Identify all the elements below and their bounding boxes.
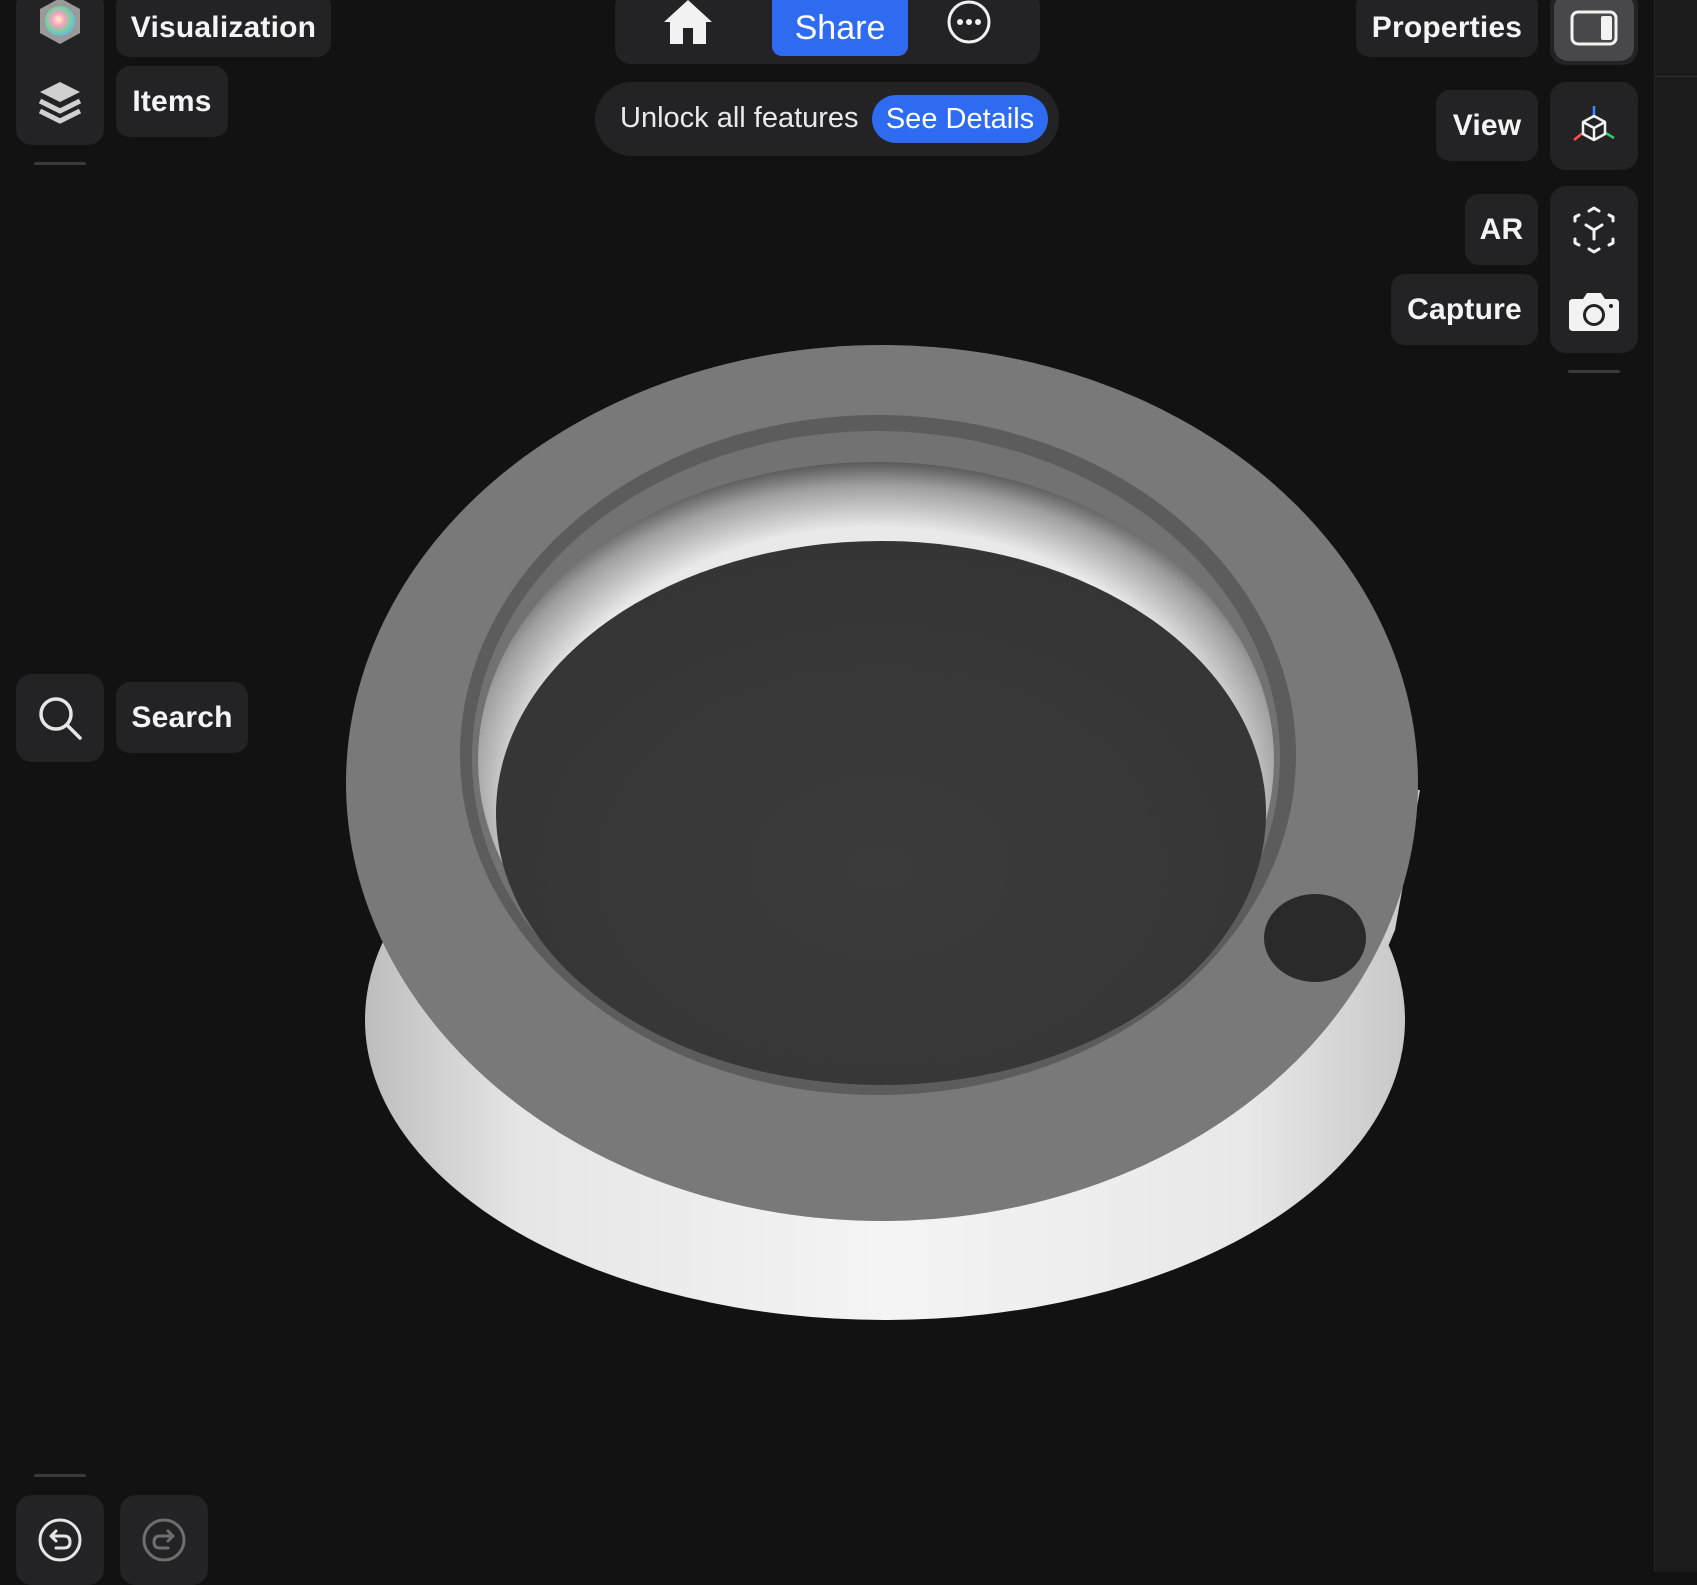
properties-button[interactable]: [1550, 0, 1638, 65]
promo-text: Unlock all features: [620, 102, 859, 134]
search-button[interactable]: [16, 674, 104, 762]
ar-label[interactable]: AR: [1465, 194, 1538, 265]
more-icon: [946, 0, 992, 45]
undo-icon: [37, 1517, 83, 1563]
visualization-button[interactable]: [33, 0, 87, 48]
home-button[interactable]: [660, 0, 716, 48]
viewport-3d[interactable]: [0, 0, 1654, 1572]
divider: [34, 162, 86, 165]
redo-icon: [141, 1517, 187, 1563]
right-edge-panel: [1654, 0, 1697, 1572]
divider: [1568, 370, 1620, 373]
promo-banner: Unlock all features See Details: [595, 82, 1059, 156]
ring-model[interactable]: [0, 0, 1654, 1572]
search-label[interactable]: Search: [116, 682, 248, 753]
divider: [1655, 76, 1697, 77]
view-button[interactable]: [1550, 82, 1638, 170]
items-label[interactable]: Items: [116, 66, 228, 137]
sidebar-toggle-icon: [1570, 10, 1618, 46]
ar-button[interactable]: [1566, 204, 1622, 256]
properties-label[interactable]: Properties: [1356, 0, 1538, 57]
view-label[interactable]: View: [1436, 90, 1538, 161]
layers-icon: [38, 79, 82, 127]
camera-icon: [1567, 289, 1621, 333]
home-icon: [662, 0, 714, 46]
visualization-label[interactable]: Visualization: [116, 0, 331, 57]
color-wheel-icon: [36, 0, 84, 46]
items-button[interactable]: [33, 76, 87, 130]
axis-cube-icon: [1570, 102, 1618, 150]
more-button[interactable]: [945, 0, 993, 46]
capture-button[interactable]: [1566, 283, 1622, 339]
share-button[interactable]: Share: [772, 0, 908, 56]
divider: [34, 1474, 86, 1477]
capture-label[interactable]: Capture: [1391, 274, 1538, 345]
see-details-button[interactable]: See Details: [872, 95, 1048, 143]
ar-cube-icon: [1569, 205, 1619, 255]
search-icon: [36, 694, 84, 742]
